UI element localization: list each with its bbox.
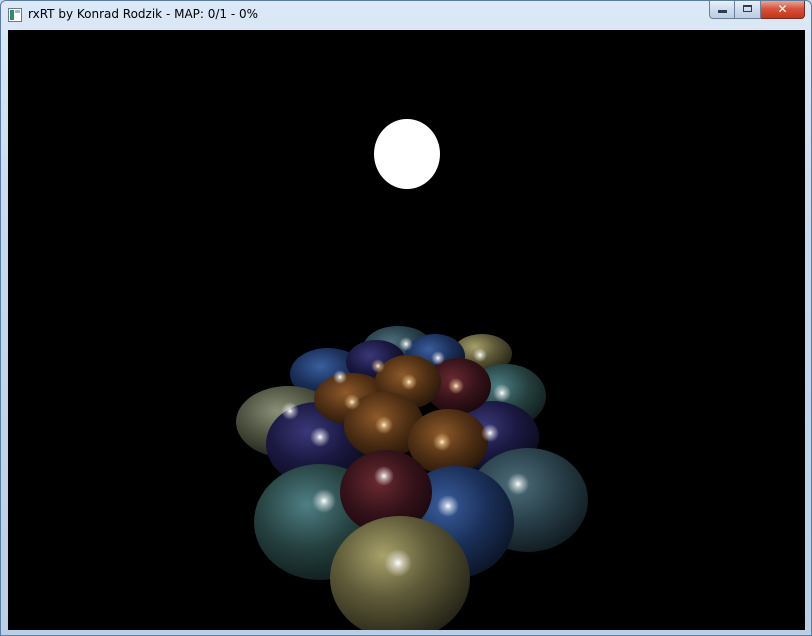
title-bar[interactable]: rxRT by Konrad Rodzik - MAP: 0/1 - 0% ✕ bbox=[1, 1, 811, 29]
render-viewport[interactable] bbox=[8, 30, 805, 630]
specular-highlight bbox=[401, 374, 417, 390]
specular-highlight bbox=[493, 384, 511, 402]
specular-highlight bbox=[448, 378, 464, 394]
specular-highlight bbox=[437, 495, 459, 517]
minimize-icon bbox=[718, 10, 727, 13]
app-window: rxRT by Konrad Rodzik - MAP: 0/1 - 0% ✕ bbox=[0, 0, 812, 636]
specular-highlight bbox=[507, 473, 529, 495]
specular-highlight bbox=[281, 402, 299, 420]
specular-highlight bbox=[384, 549, 412, 577]
specular-highlight bbox=[399, 337, 413, 351]
light-source bbox=[374, 119, 440, 189]
maximize-icon bbox=[743, 5, 752, 12]
specular-highlight bbox=[481, 424, 499, 442]
maximize-button[interactable] bbox=[735, 1, 761, 19]
specular-highlight bbox=[312, 489, 336, 513]
specular-highlight bbox=[344, 394, 360, 410]
app-window-icon[interactable] bbox=[8, 8, 22, 22]
close-button[interactable]: ✕ bbox=[761, 1, 805, 19]
specular-highlight bbox=[473, 348, 487, 362]
window-title: rxRT by Konrad Rodzik - MAP: 0/1 - 0% bbox=[28, 7, 259, 21]
specular-highlight bbox=[333, 370, 347, 384]
specular-highlight bbox=[433, 433, 451, 451]
specular-highlight bbox=[375, 416, 393, 434]
close-icon: ✕ bbox=[777, 2, 788, 16]
specular-highlight bbox=[374, 466, 394, 486]
specular-highlight bbox=[310, 427, 330, 447]
window-controls: ✕ bbox=[709, 1, 805, 20]
specular-highlight bbox=[431, 351, 445, 365]
specular-highlight bbox=[371, 359, 385, 373]
minimize-button[interactable] bbox=[709, 1, 735, 19]
raytraced-scene bbox=[236, 119, 588, 630]
